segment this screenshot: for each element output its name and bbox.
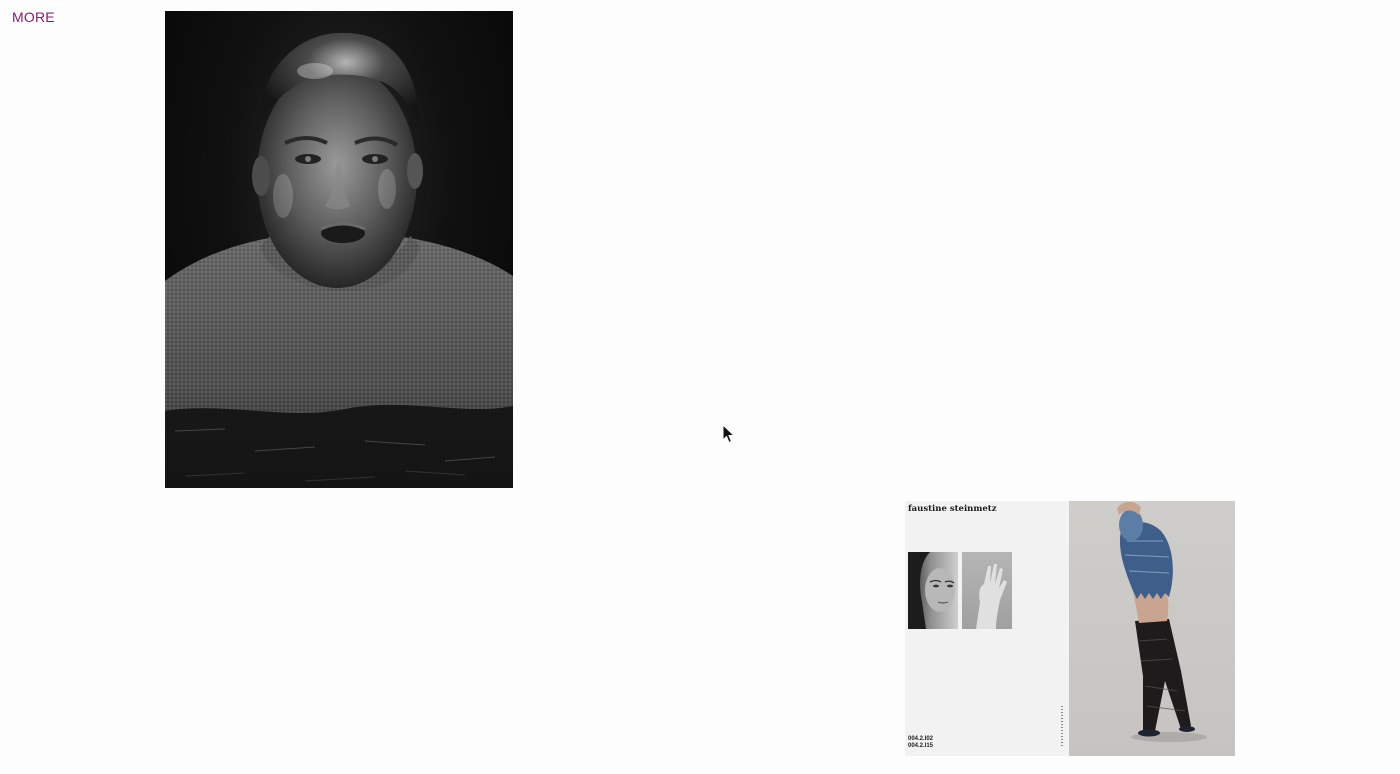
reference-code: 004.2.I15 [908, 742, 934, 749]
hand-thumbnail-art [976, 564, 1007, 629]
model-photo-art [1117, 501, 1207, 742]
face-thumbnail [908, 552, 958, 629]
reference-code: 004.2.I02 [908, 736, 934, 742]
reference-codes: 004.2.I02 004.2.I15 [908, 736, 933, 749]
spread-right-page [1069, 501, 1235, 756]
portrait-photo[interactable] [165, 11, 513, 488]
spread-left-page: faustine steinmetz 004.2.I02 004.2.I15 [905, 501, 1069, 756]
face-thumbnail-art [908, 552, 955, 629]
portrait-photo-art [165, 32, 513, 488]
page: MORE faustine steinmetz 004.2.I02 004.2.… [0, 0, 1400, 774]
lookbook-spread-card[interactable]: faustine steinmetz 004.2.I02 004.2.I15 [905, 501, 1235, 756]
vertical-caption-mark [1061, 706, 1063, 748]
arrow-cursor-icon [722, 424, 736, 444]
hand-thumbnail [962, 552, 1012, 629]
spread-title: faustine steinmetz [908, 504, 997, 514]
more-link[interactable]: MORE [12, 9, 55, 25]
